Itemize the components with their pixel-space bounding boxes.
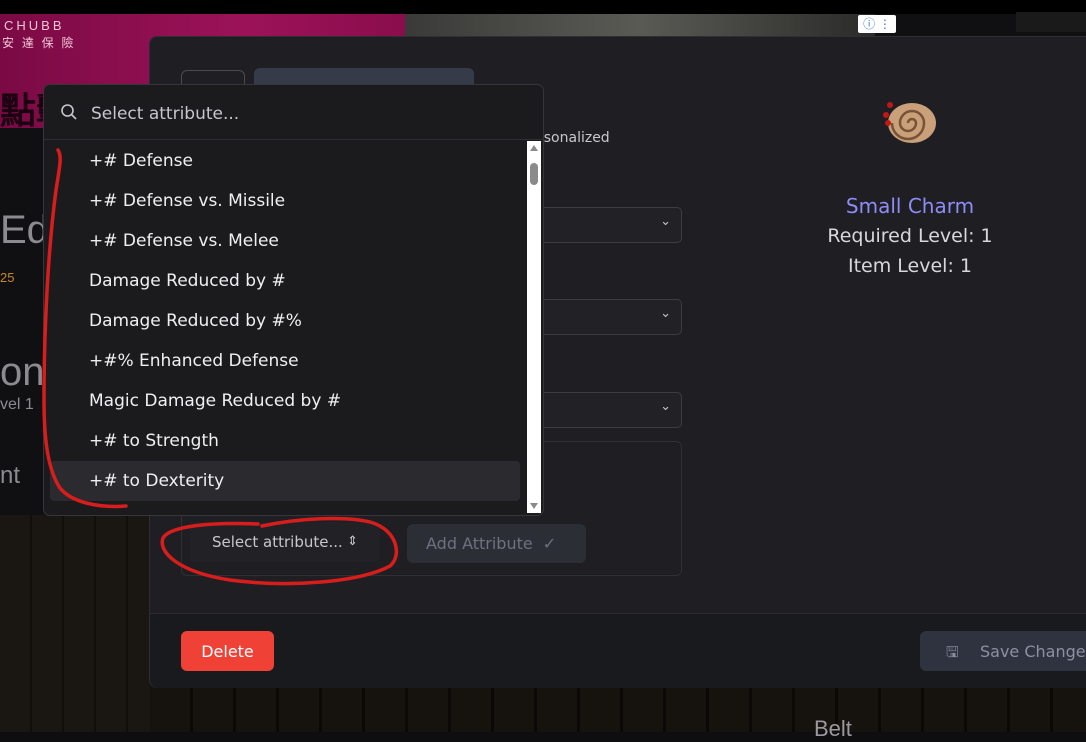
item-required-level: Required Level: 1: [827, 225, 993, 247]
small-charm-icon: [883, 102, 936, 143]
background-text-3: on: [0, 350, 45, 394]
modal-footer: Delete 🖫 Save Changes: [150, 613, 1086, 688]
attribute-option[interactable]: Damage Reduced by #%: [44, 301, 526, 341]
delete-button[interactable]: Delete: [181, 631, 274, 671]
dropdown-scrollbar[interactable]: [527, 141, 541, 513]
chevron-down-icon: ⌄: [660, 399, 671, 414]
scrollbar-thumb[interactable]: [530, 163, 538, 185]
chevron-up-down-icon: ⇕: [347, 534, 358, 549]
background-text-4: vel 1: [0, 396, 34, 413]
save-changes-button[interactable]: 🖫 Save Changes: [920, 631, 1086, 671]
background-text-belt: Belt: [814, 716, 852, 741]
attribute-option[interactable]: +# Defense vs. Melee: [44, 221, 526, 261]
ad-choices-icon[interactable]: ⓘ ⋮: [858, 15, 896, 33]
attribute-options-list: +# Defense +# Defense vs. Missile +# Defen…: [44, 141, 526, 501]
attribute-option[interactable]: Magic Damage Reduced by #: [44, 381, 526, 421]
ad-subtitle: 安 達 保 險: [2, 36, 76, 50]
background-top-bar: [0, 0, 1086, 14]
attribute-option[interactable]: +# to Dexterity: [50, 461, 520, 501]
background-strip: [1016, 12, 1086, 32]
check-icon: ✓: [542, 534, 557, 553]
ad-logo: CHUBB: [4, 18, 65, 33]
scroll-down-arrow-icon[interactable]: [530, 503, 538, 509]
personalized-label: rsonalized: [538, 130, 610, 146]
select-attribute-button[interactable]: Select attribute... ⇕: [190, 522, 380, 562]
background-text-2: 25: [0, 270, 15, 285]
add-attribute-label: Add Attribute: [426, 534, 533, 553]
attribute-search-input[interactable]: [89, 99, 513, 129]
select-field-3[interactable]: ⌄: [520, 392, 682, 428]
attribute-option[interactable]: Damage Reduced by #: [44, 261, 526, 301]
chevron-down-icon: ⌄: [660, 214, 671, 229]
select-field-2[interactable]: ⌄: [520, 299, 682, 335]
attribute-dropdown: +# Defense+# Defense vs. Missile+# Defen…: [43, 84, 544, 516]
attribute-option[interactable]: +#% Enhanced Defense: [44, 341, 526, 381]
scroll-up-arrow-icon[interactable]: [530, 145, 538, 151]
item-name: Small Charm: [845, 194, 975, 218]
item-level: Item Level: 1: [848, 255, 972, 277]
background-stone-wall: [0, 515, 150, 732]
attribute-option[interactable]: +# Defense vs. Missile: [44, 181, 526, 221]
background-stone-floor: [150, 685, 1086, 732]
attribute-search: [44, 85, 543, 140]
attribute-option[interactable]: +# to Strength: [44, 421, 526, 461]
add-attribute-button[interactable]: Add Attribute ✓: [407, 524, 586, 563]
select-attribute-label: Select attribute...: [212, 533, 343, 551]
save-icon: 🖫: [946, 643, 959, 661]
save-changes-label: Save Changes: [980, 641, 1086, 661]
background-text-1: Ed: [0, 208, 49, 252]
select-field-1[interactable]: ⌄: [520, 207, 682, 243]
attribute-option[interactable]: +# Defense: [44, 141, 526, 181]
background-text-5: nt: [0, 462, 21, 489]
search-icon: [61, 104, 77, 120]
chevron-down-icon: ⌄: [660, 306, 671, 321]
